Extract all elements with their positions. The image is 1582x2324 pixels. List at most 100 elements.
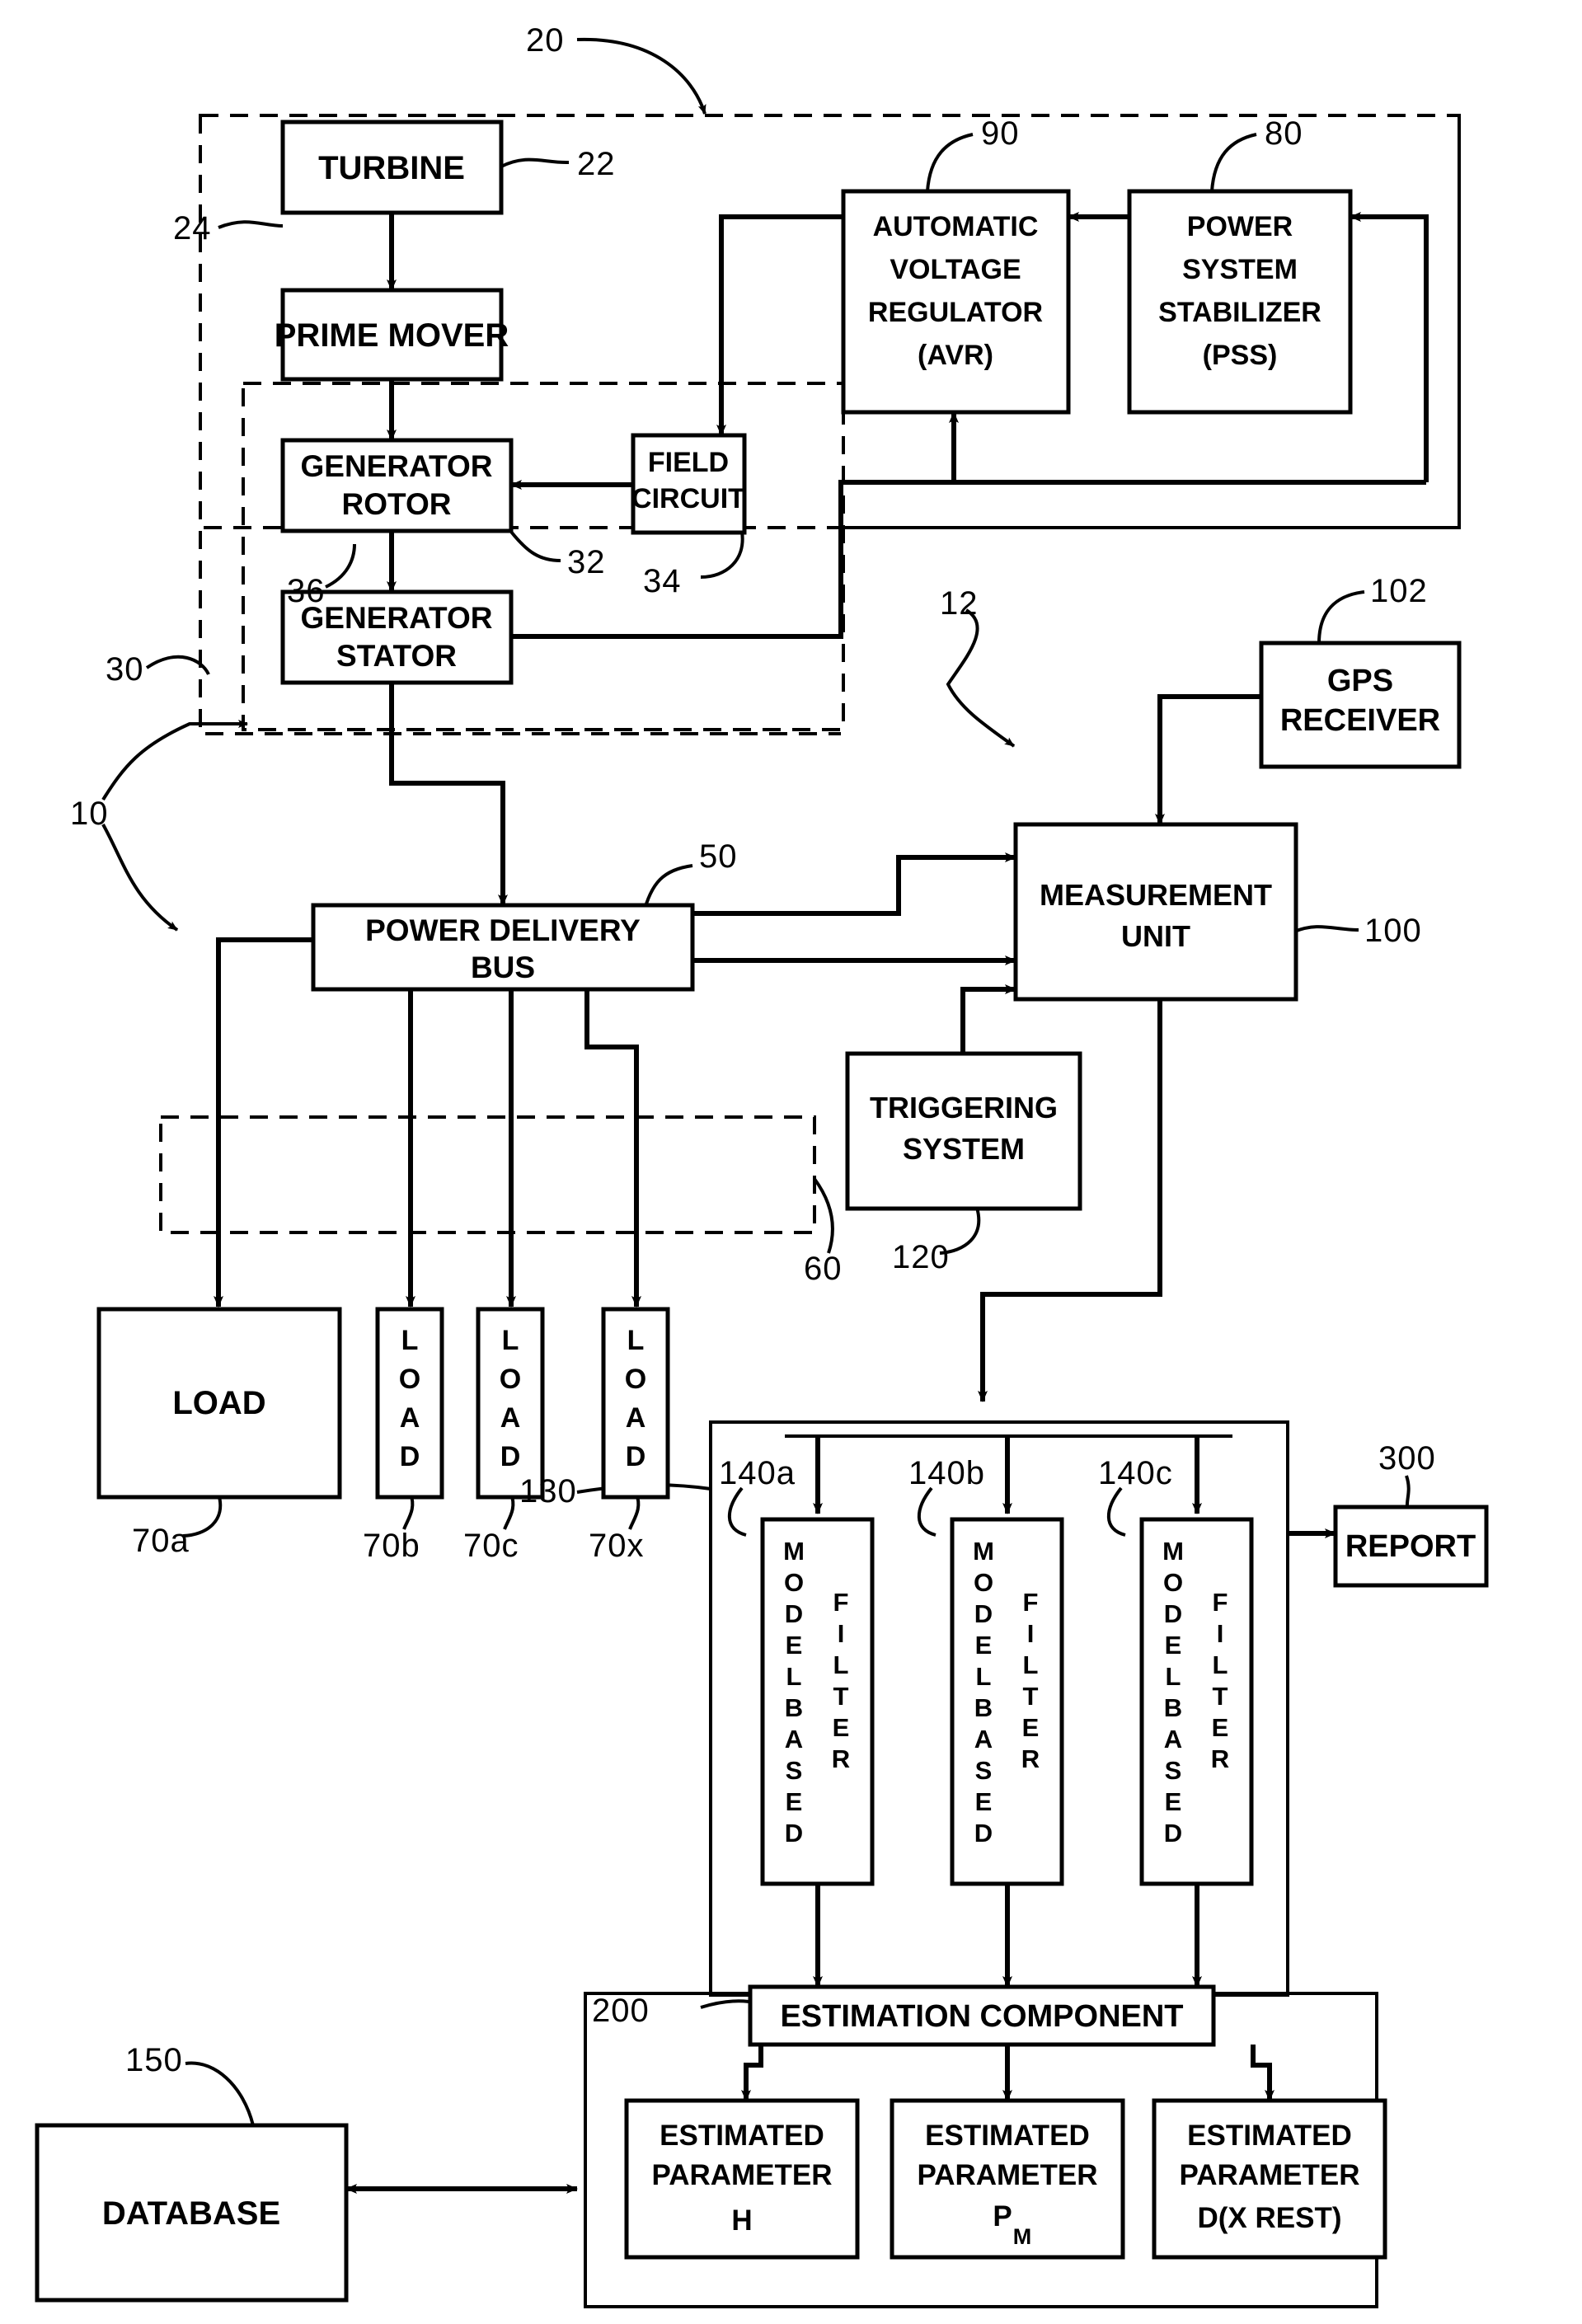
ref-12: 12 (940, 585, 979, 622)
label-param-pm-line3: P (993, 2200, 1012, 2232)
leader-102 (1317, 590, 1365, 644)
label-load-a: LOAD (172, 1385, 265, 1421)
label-triggering-system-line1: TRIGGERING (870, 1091, 1058, 1124)
svg-text:F: F (1023, 1588, 1039, 1617)
svg-text:F: F (1213, 1588, 1228, 1617)
label-report: REPORT (1345, 1529, 1476, 1564)
ref-150: 150 (125, 2042, 183, 2078)
svg-text:B: B (785, 1693, 803, 1722)
svg-text:I: I (838, 1619, 845, 1648)
ref-90: 90 (981, 115, 1020, 152)
svg-text:E: E (975, 1631, 993, 1660)
svg-text:D: D (974, 1599, 993, 1628)
label-param-d-line1: ESTIMATED (1187, 2120, 1352, 2152)
ref-102: 102 (1370, 573, 1428, 609)
leader-24 (218, 220, 284, 229)
ref-22: 22 (577, 146, 616, 182)
svg-text:L: L (627, 1325, 645, 1356)
patent-figure: TURBINE PRIME MOVER GENERATOR ROTOR GENE… (0, 0, 1582, 2324)
svg-text:A: A (785, 1725, 803, 1754)
box-filter-c[interactable] (1139, 1517, 1254, 1886)
svg-text:L: L (976, 1662, 992, 1691)
svg-text:L: L (1166, 1662, 1181, 1691)
label-gps-receiver-line1: GPS (1327, 664, 1393, 698)
label-param-h-line3: H (731, 2204, 752, 2237)
ref-50: 50 (699, 838, 738, 875)
ref-20: 20 (526, 22, 565, 59)
label-generator-stator-line2: STATOR (336, 639, 457, 673)
svg-text:T: T (1213, 1682, 1228, 1711)
box-triggering-system[interactable] (845, 1051, 1082, 1211)
svg-text:S: S (786, 1756, 803, 1785)
label-power-delivery-bus-line1: POWER DELIVERY (365, 913, 641, 947)
label-generator-rotor-line1: GENERATOR (301, 449, 493, 483)
leader-80 (1210, 133, 1257, 192)
svg-text:A: A (1164, 1725, 1182, 1754)
svg-text:D: D (400, 1441, 420, 1472)
ref-34: 34 (643, 563, 682, 599)
wire-estimation-to-param-d (1251, 2045, 1275, 2101)
ref-70c: 70c (463, 1528, 519, 1564)
label-param-d-line2: PARAMETER (1179, 2159, 1359, 2191)
svg-text:D: D (785, 1819, 803, 1847)
ref-60: 60 (804, 1251, 843, 1287)
svg-text:E: E (1165, 1787, 1182, 1816)
svg-text:D: D (785, 1599, 803, 1628)
svg-text:L: L (786, 1662, 802, 1691)
label-field-circuit-line1: FIELD (648, 447, 729, 478)
svg-text:B: B (1164, 1693, 1182, 1722)
svg-text:L: L (1213, 1650, 1228, 1679)
ref-300: 300 (1378, 1440, 1436, 1477)
leader-34 (700, 531, 744, 579)
svg-text:M: M (973, 1537, 994, 1566)
wire-bus-to-measurement-upper (692, 852, 1016, 916)
svg-text:E: E (833, 1713, 850, 1742)
box-measurement-unit[interactable] (1013, 822, 1298, 1002)
svg-text:L: L (833, 1650, 849, 1679)
leader-10-up (101, 720, 248, 801)
label-gps-receiver-line2: RECEIVER (1280, 703, 1440, 738)
svg-text:O: O (1163, 1568, 1183, 1597)
ref-70b: 70b (363, 1528, 420, 1564)
svg-text:O: O (784, 1568, 804, 1597)
leader-36 (325, 543, 356, 589)
ref-120: 120 (892, 1239, 950, 1275)
svg-text:A: A (400, 1402, 420, 1434)
label-param-d-line3: D(X REST) (1198, 2202, 1342, 2234)
svg-text:S: S (975, 1756, 993, 1785)
wire-gps-to-measurement (1155, 694, 1261, 825)
svg-text:E: E (786, 1787, 803, 1816)
svg-text:M: M (1162, 1537, 1184, 1566)
svg-text:O: O (500, 1364, 521, 1395)
box-filter-a[interactable] (760, 1517, 875, 1886)
leader-100 (1293, 925, 1359, 933)
label-pss-line1: POWER (1187, 211, 1293, 242)
label-generator-rotor-line2: ROTOR (342, 487, 452, 521)
svg-text:T: T (1023, 1682, 1039, 1711)
wire-stator-to-power-bus (389, 683, 508, 906)
leader-150 (185, 2061, 255, 2126)
wire-bus-to-load-x (584, 989, 641, 1308)
leader-140a (727, 1486, 747, 1537)
box-filter-b[interactable] (950, 1517, 1064, 1886)
ref-30: 30 (106, 651, 144, 688)
label-field-circuit-line2: CIRCUIT (631, 483, 745, 514)
svg-text:O: O (399, 1364, 420, 1395)
wire-estimation-to-param-h (741, 2045, 763, 2101)
ref-100: 100 (1364, 913, 1422, 949)
svg-text:L: L (502, 1325, 519, 1356)
svg-text:E: E (1022, 1713, 1040, 1742)
svg-text:F: F (833, 1588, 849, 1617)
label-prime-mover: PRIME MOVER (275, 317, 509, 354)
svg-text:R: R (832, 1744, 850, 1773)
svg-text:A: A (500, 1402, 521, 1434)
ref-200: 200 (592, 1993, 650, 2029)
label-turbine: TURBINE (318, 150, 465, 186)
wire-bus-to-load-a (214, 937, 313, 1308)
svg-text:O: O (974, 1568, 993, 1597)
label-avr-line1: AUTOMATIC (873, 211, 1039, 242)
svg-text:I: I (1027, 1619, 1035, 1648)
svg-text:D: D (1164, 1819, 1182, 1847)
wire-triggering-to-measurement (960, 984, 1016, 1054)
wire-feedback-to-pss (1350, 212, 1429, 482)
